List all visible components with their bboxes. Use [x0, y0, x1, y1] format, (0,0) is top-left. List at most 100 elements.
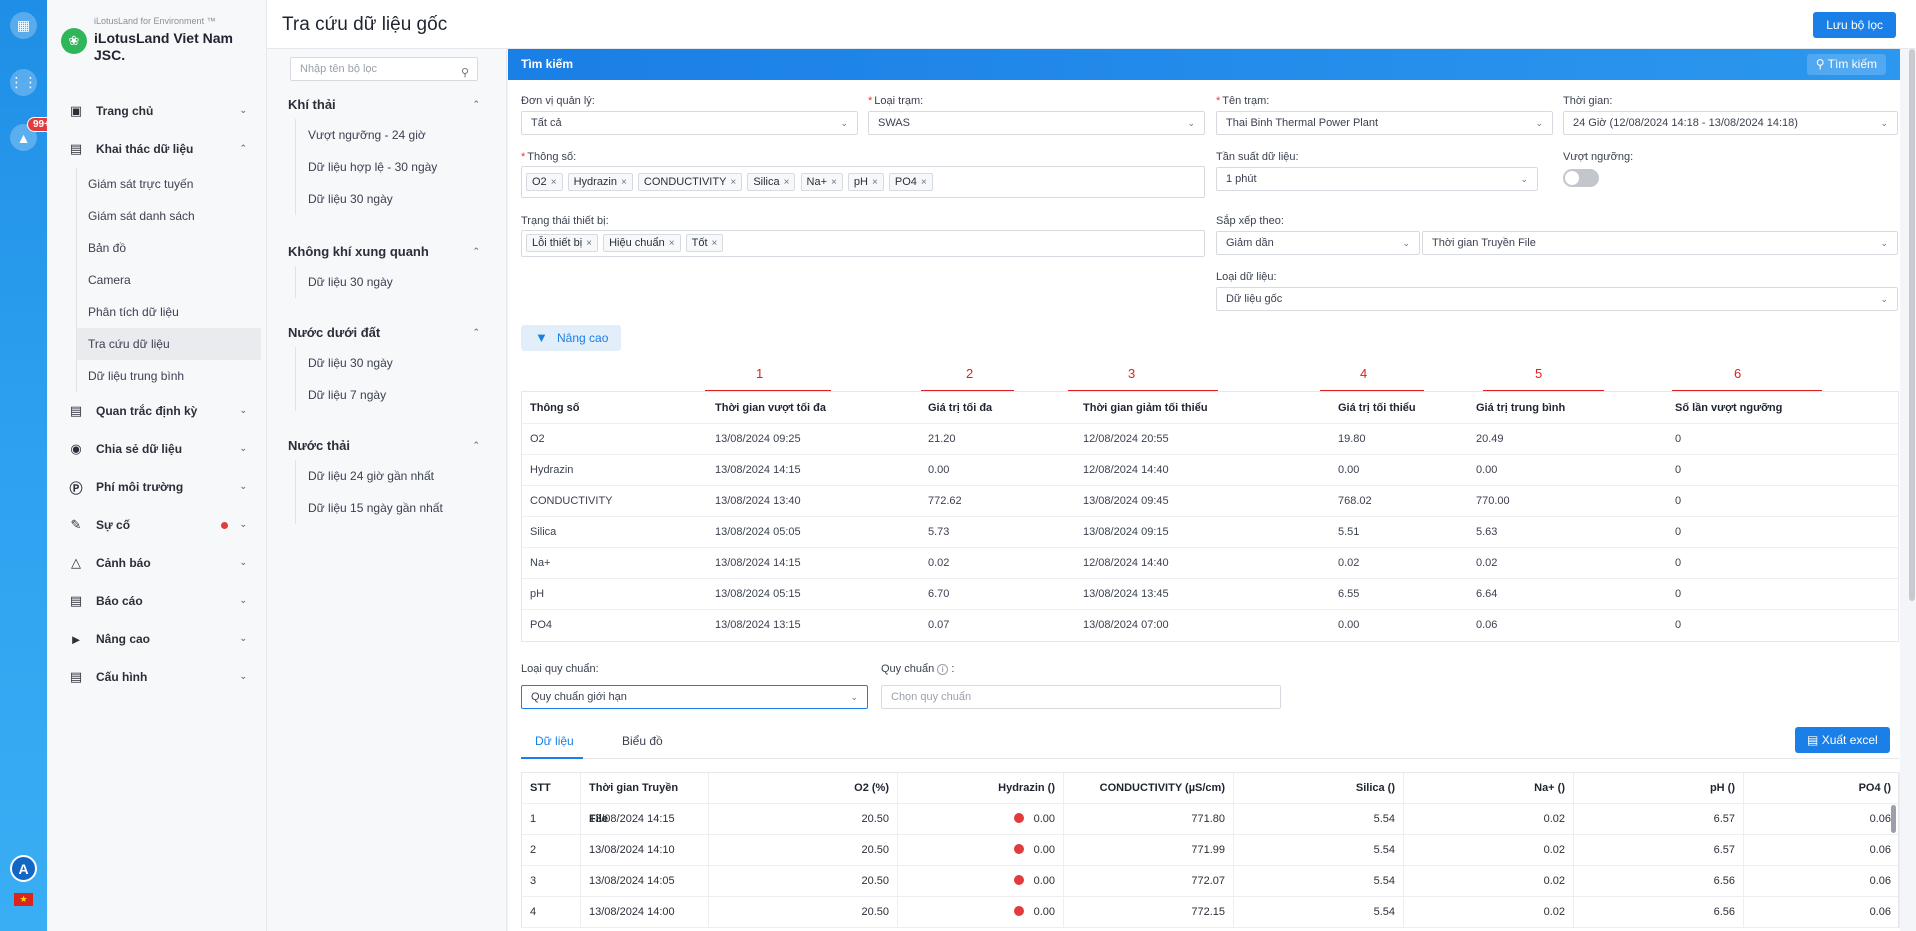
chevron-down-icon: ⌄: [1880, 294, 1888, 304]
filter-group-title[interactable]: Không khí xung quanh ⌃: [288, 244, 488, 266]
filter-item[interactable]: Dữ liệu hợp lệ - 30 ngày: [296, 151, 488, 183]
save-filter-button[interactable]: Lưu bộ lọc: [1813, 12, 1896, 38]
params-multiselect[interactable]: O2 × Hydrazin × CONDUCTIVITY × Silica × Na+ ×…: [521, 166, 1205, 198]
summary-cell: 12/08/2024 14:40: [1083, 464, 1169, 476]
status-tag[interactable]: Tốt ×: [685, 234, 724, 252]
exceed-toggle[interactable]: [1563, 169, 1599, 187]
sub-online-monitoring[interactable]: Giám sát trực tuyến: [77, 168, 267, 200]
summary-table: Thông số Thời gian vượt tối đa Giá trị tối…: [521, 391, 1899, 642]
apps-grid-icon[interactable]: ⋮⋮: [10, 69, 38, 96]
cell-value: 772.15: [1191, 906, 1225, 918]
sub-map[interactable]: Bản đồ: [77, 232, 267, 264]
nav-report[interactable]: ▤ Báo cáo ⌄: [47, 582, 267, 620]
data-cell: 4: [522, 897, 581, 928]
time-range-select[interactable]: 24 Giờ (12/08/2024 14:18 - 13/08/2024 14…: [1563, 111, 1898, 135]
frequency-select[interactable]: 1 phút ⌄: [1216, 167, 1538, 191]
advanced-button[interactable]: ▼ Nâng cao: [521, 325, 621, 351]
sub-average-data[interactable]: Dữ liệu trung bình: [77, 360, 267, 392]
param-tag[interactable]: Hydrazin ×: [567, 173, 633, 191]
filter-search-input[interactable]: Nhập tên bộ lọc ⚲: [290, 57, 478, 81]
unit-select[interactable]: Tất cả ⌄: [521, 111, 858, 135]
export-excel-button[interactable]: ▤ Xuất excel: [1795, 727, 1890, 753]
summary-cell: 0.00: [1338, 619, 1360, 631]
fee-icon: Ⓟ: [69, 480, 83, 496]
filter-group-title[interactable]: Nước dưới đất ⌃: [288, 325, 488, 347]
data-cell: 0.06: [1744, 866, 1900, 897]
param-tag[interactable]: PO4 ×: [888, 173, 933, 191]
filter-item[interactable]: Dữ liệu 30 ngày: [296, 347, 488, 379]
filter-item[interactable]: Dữ liệu 30 ngày: [296, 183, 488, 215]
filter-item[interactable]: Dữ liệu 7 ngày: [296, 379, 488, 411]
cell-value: 13/08/2024 14:15: [589, 813, 675, 825]
standard-select[interactable]: Chọn quy chuẩn: [881, 685, 1281, 709]
filter-group-title[interactable]: Nước thải ⌃: [288, 438, 488, 460]
filter-item[interactable]: Dữ liệu 30 ngày: [296, 266, 488, 298]
summary-header-cell: Giá trị tối thiểu: [1338, 402, 1416, 414]
standard-type-select[interactable]: Quy chuẩn giới hạn ⌄: [521, 685, 868, 709]
search-icon: ⚲: [1815, 57, 1825, 71]
param-tag[interactable]: O2 ×: [526, 173, 563, 191]
sort-field-select[interactable]: Thời gian Truyền File ⌄: [1422, 231, 1898, 255]
search-button[interactable]: ⚲ Tìm kiếm: [1806, 54, 1886, 75]
vietnam-flag-icon[interactable]: ★: [14, 893, 33, 906]
summary-row: Silica 13/08/2024 05:05 5.73 13/08/2024 09:…: [522, 517, 1898, 548]
device-status-label: Trạng thái thiết bị:: [521, 215, 609, 227]
data-header-cell: Silica (): [1234, 773, 1404, 804]
nav-advanced[interactable]: ► Nâng cao ⌄: [47, 620, 267, 658]
header-text: pH (): [1709, 782, 1735, 794]
header-text: Hydrazin (): [998, 782, 1055, 794]
unit-label: Đơn vị quản lý:: [521, 95, 595, 107]
cell-value: 13/08/2024 14:10: [589, 844, 675, 856]
summary-cell: 0.00: [1476, 464, 1498, 476]
avatar[interactable]: A: [10, 855, 37, 882]
param-tag[interactable]: Na+ ×: [800, 173, 843, 191]
data-cell: 6.57: [1574, 804, 1744, 835]
chevron-down-icon: ⌄: [239, 481, 247, 491]
nav-data-mining[interactable]: ▤ Khai thác dữ liệu ⌃: [47, 130, 267, 168]
app-logo-icon[interactable]: ▦: [10, 12, 37, 39]
chevron-down-icon: ⌄: [1535, 118, 1543, 128]
sort-order-select[interactable]: Giảm dần ⌄: [1216, 231, 1420, 255]
sub-list-monitoring[interactable]: Giám sát danh sách: [77, 200, 267, 232]
nav-share[interactable]: ◉ Chia sẻ dữ liệu ⌄: [47, 430, 267, 468]
filter-group-title[interactable]: Khí thải ⌃: [288, 97, 488, 119]
filter-item[interactable]: Dữ liệu 15 ngày gần nhất: [296, 492, 488, 524]
filter-item[interactable]: Dữ liệu 24 giờ gần nhất: [296, 460, 488, 492]
filter-group-emission: Khí thải ⌃ Vượt ngưỡng - 24 giờ Dữ liệu h…: [288, 97, 488, 215]
cell-value: 6.56: [1713, 875, 1735, 887]
nav-alarm[interactable]: △ Cảnh báo ⌄: [47, 544, 267, 582]
tab-chart[interactable]: Biểu đồ: [622, 734, 663, 748]
cell-value: 3: [530, 875, 537, 887]
tab-data[interactable]: Dữ liệu: [535, 734, 574, 748]
station-type-select[interactable]: SWAS ⌄: [868, 111, 1205, 135]
cell-value: 13/08/2024 14:00: [589, 906, 675, 918]
nav-incident[interactable]: ✎ Sự cố ⌄: [47, 506, 267, 544]
param-tag[interactable]: CONDUCTIVITY ×: [637, 173, 743, 191]
device-status-multiselect[interactable]: Lỗi thiết bị × Hiệu chuẩn × Tốt ×: [521, 230, 1205, 257]
filter-item[interactable]: Vượt ngưỡng - 24 giờ: [296, 119, 488, 151]
data-type-select[interactable]: Dữ liệu gốc ⌄: [1216, 287, 1898, 311]
nav-home[interactable]: ▣ Trang chủ ⌄: [47, 92, 267, 130]
cell-value: 5.54: [1373, 844, 1395, 856]
summary-header-cell: Thời gian vượt tối đa: [715, 402, 826, 414]
data-mining-submenu: Giám sát trực tuyến Giám sát danh sách B…: [76, 168, 267, 392]
sub-camera[interactable]: Camera: [77, 264, 267, 296]
filter-search-placeholder: Nhập tên bộ lọc: [300, 63, 378, 75]
nav-periodic[interactable]: ▤ Quan trắc định kỳ ⌄: [47, 392, 267, 430]
station-select[interactable]: Thai Binh Thermal Power Plant ⌄: [1216, 111, 1553, 135]
nav-label: Trang chủ: [96, 104, 154, 118]
nav-config[interactable]: ▤ Cấu hình ⌄: [47, 658, 267, 696]
sub-data-analysis[interactable]: Phân tích dữ liệu: [77, 296, 267, 328]
param-tag[interactable]: Silica ×: [747, 173, 796, 191]
table-scrollbar[interactable]: [1891, 805, 1896, 833]
page-scrollbar[interactable]: [1909, 49, 1915, 601]
status-tag[interactable]: Hiệu chuẩn ×: [603, 234, 681, 252]
nav-fee[interactable]: Ⓟ Phí môi trường ⌄: [47, 468, 267, 506]
data-cell: 772.07: [1064, 866, 1234, 897]
status-tag[interactable]: Lỗi thiết bị ×: [526, 234, 598, 252]
param-tag[interactable]: pH ×: [847, 173, 884, 191]
sub-data-lookup[interactable]: Tra cứu dữ liệu: [77, 328, 261, 360]
summary-header-cell: Thông số: [530, 402, 580, 414]
cell-value: 0.06: [1869, 844, 1891, 856]
lotus-logo-icon: ❀: [61, 28, 87, 54]
